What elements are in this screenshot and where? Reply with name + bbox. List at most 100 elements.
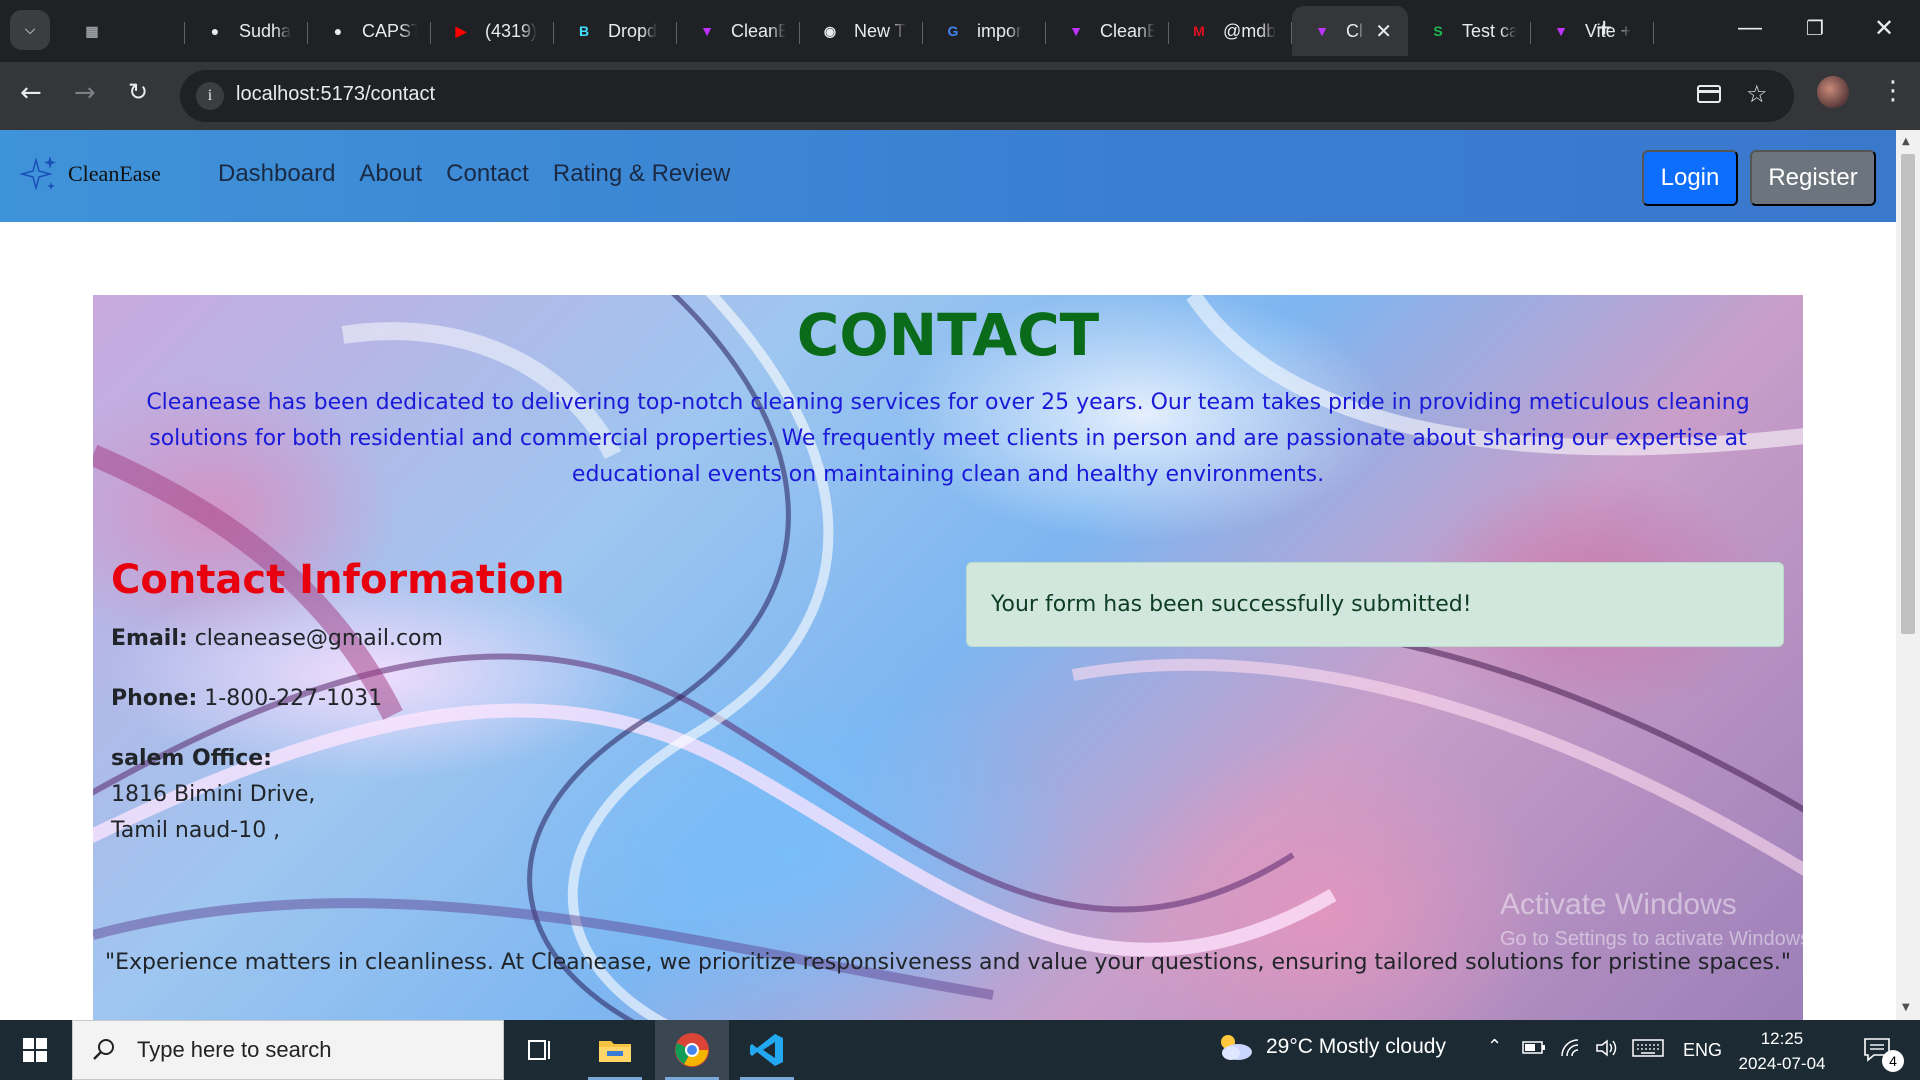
task-view-icon <box>528 1040 550 1060</box>
search-icon <box>91 1037 117 1063</box>
app-navbar: CleanEase Dashboard About Contact Rating… <box>0 130 1896 222</box>
taskbar-clock[interactable]: 12:25 2024-07-04 <box>1732 1026 1832 1076</box>
clock-time: 12:25 <box>1760 1029 1804 1048</box>
address-bar[interactable]: i localhost:5173/contact ☆ <box>180 70 1794 122</box>
phone-label: Phone: <box>111 686 198 711</box>
scroll-down-icon[interactable]: ▼ <box>1902 1002 1910 1013</box>
cloudy-weather-icon <box>1214 1032 1254 1062</box>
page-scrollbar[interactable]: ▲ ▼ <box>1896 130 1920 1020</box>
address-line-2: Tamil naud-10 , <box>111 818 281 843</box>
browser-tab[interactable]: ▼ CleanE <box>677 6 800 56</box>
task-view-button[interactable] <box>503 1020 577 1080</box>
vscode-icon <box>750 1034 783 1066</box>
site-info-icon[interactable]: i <box>196 82 224 110</box>
browser-tab[interactable]: Gimpor <box>923 6 1046 56</box>
email-value: cleanease@gmail.com <box>194 626 443 651</box>
chrome-taskbar-button[interactable] <box>655 1020 729 1080</box>
vite-icon: ▼ <box>1315 23 1329 39</box>
nav-link-dashboard[interactable]: Dashboard <box>218 160 335 188</box>
browser-tab[interactable]: ▦ <box>62 6 185 56</box>
battery-icon[interactable] <box>1522 1038 1546 1060</box>
tab-title: New T <box>854 20 906 41</box>
chrome-icon <box>675 1033 709 1067</box>
taskbar-search-box[interactable]: Type here to search <box>72 1020 504 1080</box>
notification-badge: 4 <box>1882 1050 1904 1072</box>
nav-link-about[interactable]: About <box>359 160 422 188</box>
scroll-up-icon[interactable]: ▲ <box>1902 136 1910 147</box>
google-icon: G <box>947 23 959 39</box>
activate-windows-title: Activate Windows <box>1500 888 1737 921</box>
browser-tab[interactable]: B Dropd <box>554 6 677 56</box>
restore-button[interactable]: ❐ <box>1806 16 1824 41</box>
new-tab-button[interactable]: + <box>1596 14 1612 42</box>
github-icon: ● <box>333 23 343 39</box>
clock-date: 2024-07-04 <box>1738 1054 1826 1073</box>
phone-value: 1-800-227-1031 <box>204 686 383 711</box>
reload-button[interactable]: ↻ <box>128 80 148 104</box>
intro-paragraph: Cleanease has been dedicated to deliveri… <box>146 390 1750 487</box>
file-explorer-button[interactable] <box>578 1020 652 1080</box>
browser-tab[interactable]: ◉ New T <box>800 6 923 56</box>
nav-link-contact[interactable]: Contact <box>446 160 529 188</box>
register-button[interactable]: Register <box>1750 150 1876 206</box>
browser-tab[interactable]: M @mdb <box>1169 6 1292 56</box>
weather-widget[interactable]: 29°C Mostly cloudy <box>1214 1032 1446 1062</box>
react-bootstrap-icon: B <box>578 23 590 39</box>
nav-link-rating-review[interactable]: Rating & Review <box>553 160 730 188</box>
wifi-icon[interactable] <box>1560 1038 1584 1062</box>
tab-separator <box>1653 22 1654 44</box>
address-line-1: 1816 Bimini Drive, <box>111 782 316 807</box>
tab-active[interactable]: ▼ Cl ✕ <box>1292 6 1408 56</box>
brand[interactable]: CleanEase <box>19 154 161 194</box>
volume-icon[interactable] <box>1594 1038 1618 1062</box>
minimize-button[interactable]: — <box>1738 14 1762 42</box>
tab-title: CleanE <box>731 20 786 41</box>
tab-title: CleanE <box>1100 20 1155 41</box>
back-button[interactable]: ← <box>20 80 42 106</box>
chevron-up-icon[interactable]: ⌃ <box>1487 1038 1502 1056</box>
close-window-button[interactable]: ✕ <box>1874 14 1894 43</box>
browser-tab[interactable]: ● Sudha <box>185 6 308 56</box>
forward-button[interactable]: → <box>74 80 96 106</box>
windows-taskbar: Type here to search 29°C Mostly cloudy ⌃… <box>0 1020 1920 1080</box>
page-title: CONTACT <box>796 301 1100 369</box>
sheets-icon: S <box>1433 23 1443 39</box>
success-alert: Your form has been successfully submitte… <box>966 562 1784 647</box>
url-text[interactable]: localhost:5173/contact <box>236 83 435 106</box>
windows-logo-icon <box>23 1038 47 1062</box>
nav-links: Dashboard About Contact Rating & Review <box>218 160 754 188</box>
vite-icon: ▼ <box>700 23 714 39</box>
card-icon[interactable] <box>1696 83 1722 111</box>
start-button[interactable] <box>0 1020 70 1080</box>
tab-title: impor <box>977 20 1023 41</box>
phone-line: Phone: 1-800-227-1031 <box>111 686 382 711</box>
browser-tab[interactable]: ▼ Vite + <box>1531 6 1654 56</box>
language-indicator[interactable]: ENG <box>1683 1040 1722 1061</box>
tab-title: Test ca <box>1462 20 1517 41</box>
profile-avatar[interactable] <box>1817 76 1849 108</box>
sparkle-logo-icon <box>19 154 58 194</box>
tab-list: ▦ ● Sudha ● CAPST ▶ (4319) B Dropd ▼ CleanE ◉ New T G… <box>62 6 1654 60</box>
activate-windows-subtitle: Go to Settings to activate Windows. <box>1500 928 1816 950</box>
email-line: Email: cleanease@gmail.com <box>111 626 443 651</box>
search-placeholder: Type here to search <box>137 1037 332 1062</box>
browser-tab[interactable]: ● CAPST <box>308 6 431 56</box>
browser-tab[interactable]: ▶ (4319) <box>431 6 554 56</box>
weather-text: 29°C Mostly cloudy <box>1266 1035 1446 1058</box>
browser-menu-button[interactable]: ⋮ <box>1880 78 1906 104</box>
github-icon: ● <box>210 23 220 39</box>
browser-tab[interactable]: S Test ca <box>1408 6 1531 56</box>
bookmark-star-icon[interactable]: ☆ <box>1746 80 1768 108</box>
login-button[interactable]: Login <box>1642 150 1738 206</box>
scroll-thumb[interactable] <box>1901 154 1915 634</box>
chevron-down-icon: ⌵ <box>24 22 36 38</box>
vscode-taskbar-button[interactable] <box>730 1020 804 1080</box>
success-message: Your form has been successfully submitte… <box>991 592 1472 617</box>
brand-name: CleanEase <box>68 161 161 186</box>
tab-search-button[interactable]: ⌵ <box>10 10 50 50</box>
close-tab-icon[interactable]: ✕ <box>1375 19 1392 44</box>
folder-icon <box>599 1041 631 1062</box>
browser-tab[interactable]: ▼ CleanE <box>1046 6 1169 56</box>
vite-icon: ▼ <box>1069 23 1083 39</box>
keyboard-icon[interactable] <box>1632 1038 1664 1062</box>
